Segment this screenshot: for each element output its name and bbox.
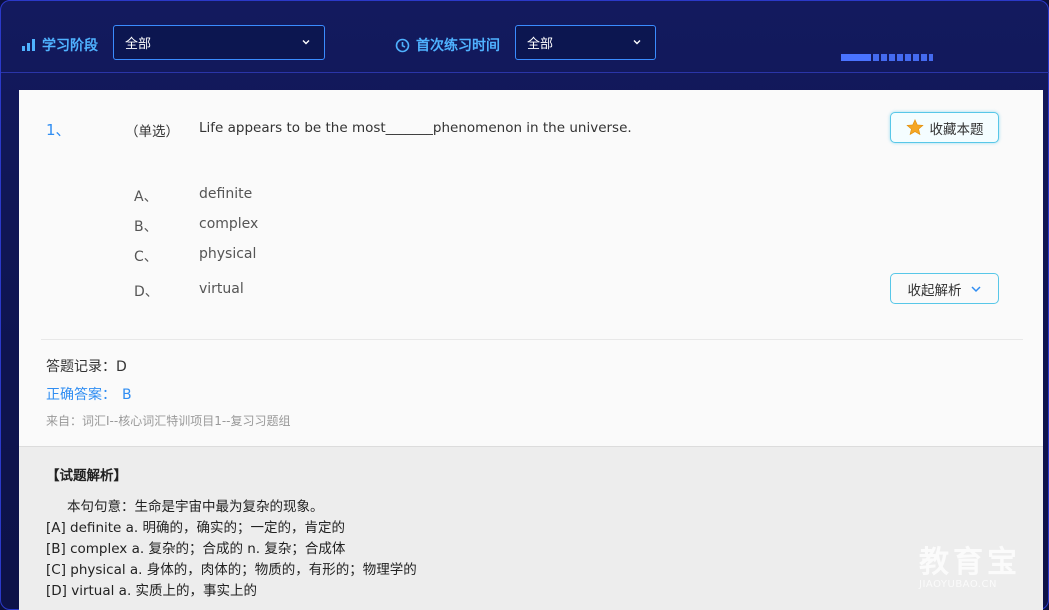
analysis-title: 【试题解析】 <box>46 468 127 484</box>
stage-select-value: 全部 <box>125 37 152 52</box>
analysis-line: 本句句意：生命是宇宙中最为复杂的现象。 <box>67 499 324 515</box>
stage-select[interactable]: 全部 <box>113 25 325 60</box>
watermark-logo: 教育宝 JIAOYUBAO.CN <box>919 537 1034 597</box>
stage-label-text: 学习阶段 <box>42 38 98 54</box>
question-type: （单选） <box>125 124 179 140</box>
option-key: D、 <box>134 284 159 300</box>
option-value: definite <box>199 186 253 202</box>
option-value: complex <box>199 216 259 232</box>
time-filter-label: 首次练习时间 <box>395 35 500 55</box>
decorative-stripe-solid <box>841 54 871 61</box>
time-select-value: 全部 <box>527 37 554 52</box>
collapse-analysis-button[interactable]: 收起解析 <box>890 273 999 304</box>
analysis-panel: 【试题解析】 本句句意：生命是宇宙中最为复杂的现象。 [A] definite … <box>19 446 1043 610</box>
analysis-line: [C] physical a. 身体的，肉体的；物质的，有形的；物理学的 <box>46 562 417 578</box>
question-card: 1、 （单选） Life appears to be the most_____… <box>19 90 1043 610</box>
chevron-down-icon <box>302 40 310 45</box>
time-label-text: 首次练习时间 <box>416 38 500 54</box>
correct-answer: 正确答案： B <box>46 384 132 404</box>
time-select[interactable]: 全部 <box>515 25 656 60</box>
filter-bar: 学习阶段 全部 首次练习时间 全部 <box>1 1 1049 73</box>
analysis-line: [B] complex a. 复杂的；合成的 n. 复杂；合成体 <box>46 541 346 557</box>
answer-record: 答题记录：D <box>46 359 127 375</box>
option-key: B、 <box>134 219 158 235</box>
analysis-line: [A] definite a. 明确的，确实的；一定的，肯定的 <box>46 520 345 536</box>
bar-chart-icon <box>21 38 36 52</box>
question-text: Life appears to be the most_______phenom… <box>199 120 632 136</box>
collapse-button-label: 收起解析 <box>907 282 962 299</box>
correct-answer-value: B <box>122 387 132 403</box>
clock-icon <box>395 38 410 53</box>
option-key: A、 <box>134 189 158 205</box>
favorite-button-label: 收藏本题 <box>929 121 984 138</box>
star-icon <box>905 119 924 136</box>
stage-filter-label: 学习阶段 <box>21 35 98 55</box>
question-number: 1、 <box>46 121 71 139</box>
watermark-cn: 教育宝 <box>919 545 1021 580</box>
app-frame: 学习阶段 全部 首次练习时间 全部 1、 （单选） Life appears t… <box>0 0 1049 610</box>
analysis-line: [D] virtual a. 实质上的，事实上的 <box>46 583 258 599</box>
divider <box>41 339 1023 340</box>
chevron-down-icon <box>970 285 981 292</box>
question-source: 来自：词汇I--核心词汇特训项目1--复习习题组 <box>46 414 291 428</box>
chevron-down-icon <box>633 40 641 45</box>
correct-answer-label: 正确答案： <box>46 387 116 403</box>
option-value: physical <box>199 246 257 262</box>
option-value: virtual <box>199 281 244 297</box>
favorite-button[interactable]: 收藏本题 <box>890 112 999 143</box>
option-key: C、 <box>134 249 158 265</box>
